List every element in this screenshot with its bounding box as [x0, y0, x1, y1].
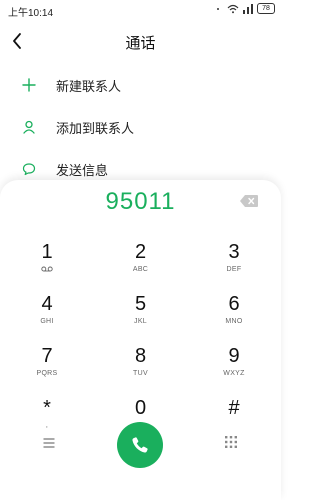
key-digit: 6 [228, 293, 240, 315]
key-8[interactable]: 8 TUV [117, 344, 165, 390]
dialer-panel: 95011 1 2 ABC 3 DEF 4 GHI 5 JKL 6 MNO 7 … [0, 180, 281, 500]
key-digit: 5 [134, 293, 147, 315]
call-button[interactable] [117, 422, 163, 468]
header: 通话 [0, 26, 281, 58]
status-time: 上午10:14 [8, 8, 54, 19]
key-digit: 2 [134, 241, 147, 263]
key-7[interactable]: 7 PQRS [23, 344, 71, 390]
action-menu: 新建联系人 添加到联系人 发送信息 [0, 64, 281, 190]
keypad-row: 4 GHI 5 JKL 6 MNO [0, 292, 281, 344]
page-title: 通话 [125, 35, 156, 52]
key-digit: 7 [41, 345, 53, 367]
key-digit: 1 [41, 241, 53, 263]
key-letters: JKL [134, 318, 147, 325]
menu-item-label: 发送信息 [56, 162, 109, 178]
battery-indicator: 78 [257, 3, 275, 14]
backspace-icon [240, 195, 258, 207]
key-digit: 8 [134, 345, 147, 367]
menu-item-label: 添加到联系人 [56, 120, 135, 136]
key-5[interactable]: 5 JKL [117, 292, 165, 338]
key-letters: ABC [132, 266, 149, 273]
key-letters: DEF [226, 266, 242, 273]
signal-icon [243, 3, 253, 14]
message-bubble-icon [20, 160, 38, 178]
keypad-row: 7 PQRS 8 TUV 9 WXYZ [0, 344, 281, 396]
key-letters: TUV [133, 370, 148, 377]
key-digit: 4 [41, 293, 53, 315]
phone-icon [132, 437, 148, 453]
wifi-icon [227, 4, 239, 13]
dialpad-toggle-button[interactable] [224, 435, 238, 449]
voicemail-icon [41, 266, 53, 276]
key-1[interactable]: 1 [23, 240, 71, 286]
key-digit: 3 [228, 241, 240, 263]
key-letters: WXYZ [223, 370, 245, 377]
dialer-bottom-bar [0, 416, 281, 476]
key-4[interactable]: 4 GHI [23, 292, 71, 338]
key-9[interactable]: 9 WXYZ [210, 344, 258, 390]
hamburger-icon [43, 438, 55, 448]
dialpad-grid-icon [225, 436, 237, 448]
key-6[interactable]: 6 MNO [210, 292, 258, 338]
status-icons: 78 [217, 3, 275, 14]
key-digit: 9 [228, 345, 240, 367]
plus-icon [20, 76, 38, 94]
status-bar: 上午10:14 78 [0, 0, 281, 20]
menu-item-label: 新建联系人 [56, 78, 122, 94]
menu-button[interactable] [42, 436, 56, 448]
key-2[interactable]: 2 ABC [117, 240, 165, 286]
person-icon [20, 118, 38, 136]
backspace-button[interactable] [239, 194, 259, 208]
keypad-row: 1 2 ABC 3 DEF [0, 240, 281, 292]
menu-item-add-to-contact[interactable]: 添加到联系人 [0, 106, 281, 148]
key-letters: GHI [40, 318, 54, 325]
key-letters: PQRS [36, 370, 58, 377]
key-letters: MNO [225, 318, 243, 325]
menu-item-new-contact[interactable]: 新建联系人 [0, 64, 281, 106]
key-3[interactable]: 3 DEF [210, 240, 258, 286]
notification-dot-icon [217, 7, 219, 10]
